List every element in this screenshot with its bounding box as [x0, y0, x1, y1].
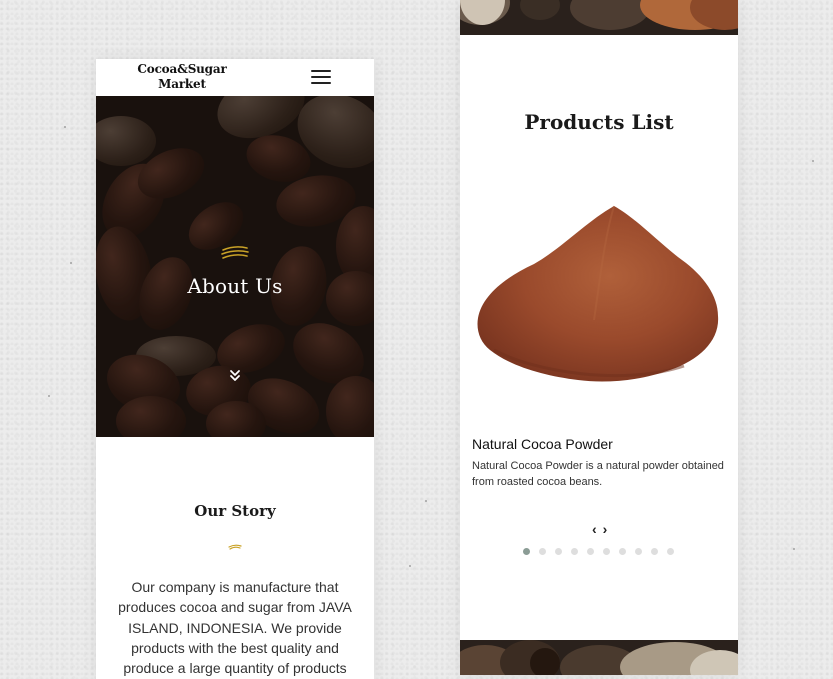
carousel-dot[interactable]: [523, 548, 530, 555]
wheat-emblem-icon: [228, 544, 242, 550]
double-chevron-down-icon[interactable]: [228, 369, 242, 383]
hero-banner: About Us: [96, 96, 374, 437]
carousel-arrows: ‹ ›: [591, 521, 608, 537]
product-description: Natural Cocoa Powder is a natural powder…: [472, 460, 724, 488]
about-us-screen: Cocoa&Sugar Market About Us Our Story Ou…: [96, 59, 374, 679]
carousel-dot[interactable]: [619, 548, 626, 555]
carousel-pagination: [523, 548, 674, 555]
navbar: Cocoa&Sugar Market: [96, 59, 374, 96]
arrow-left-icon[interactable]: ‹: [591, 521, 598, 537]
bottom-banner-image: [460, 640, 738, 675]
hero-title: About Us: [187, 274, 283, 298]
story-heading: Our Story: [194, 502, 276, 520]
products-heading: Products List: [524, 110, 674, 134]
products-screen: Products List Natural Cocoa Powder Natur…: [460, 0, 738, 675]
product-image[interactable]: [474, 200, 722, 386]
carousel-dot[interactable]: [651, 548, 658, 555]
logo-line-1: Cocoa&Sugar: [137, 62, 227, 76]
wheat-emblem-icon: [221, 246, 249, 259]
arrow-right-icon[interactable]: ›: [602, 521, 609, 537]
story-paragraph: Our company is manufacture that produces…: [118, 579, 352, 677]
carousel-dot[interactable]: [587, 548, 594, 555]
brand-logo[interactable]: Cocoa&Sugar Market: [136, 62, 228, 92]
top-banner-image: [460, 0, 738, 35]
carousel-dot[interactable]: [603, 548, 610, 555]
carousel-dot[interactable]: [539, 548, 546, 555]
product-name[interactable]: Natural Cocoa Powder: [472, 436, 613, 452]
carousel-dot[interactable]: [667, 548, 674, 555]
hamburger-menu-icon[interactable]: [311, 70, 331, 85]
carousel-dot[interactable]: [635, 548, 642, 555]
carousel-dot[interactable]: [571, 548, 578, 555]
carousel-dot[interactable]: [555, 548, 562, 555]
logo-line-2: Market: [158, 77, 206, 91]
